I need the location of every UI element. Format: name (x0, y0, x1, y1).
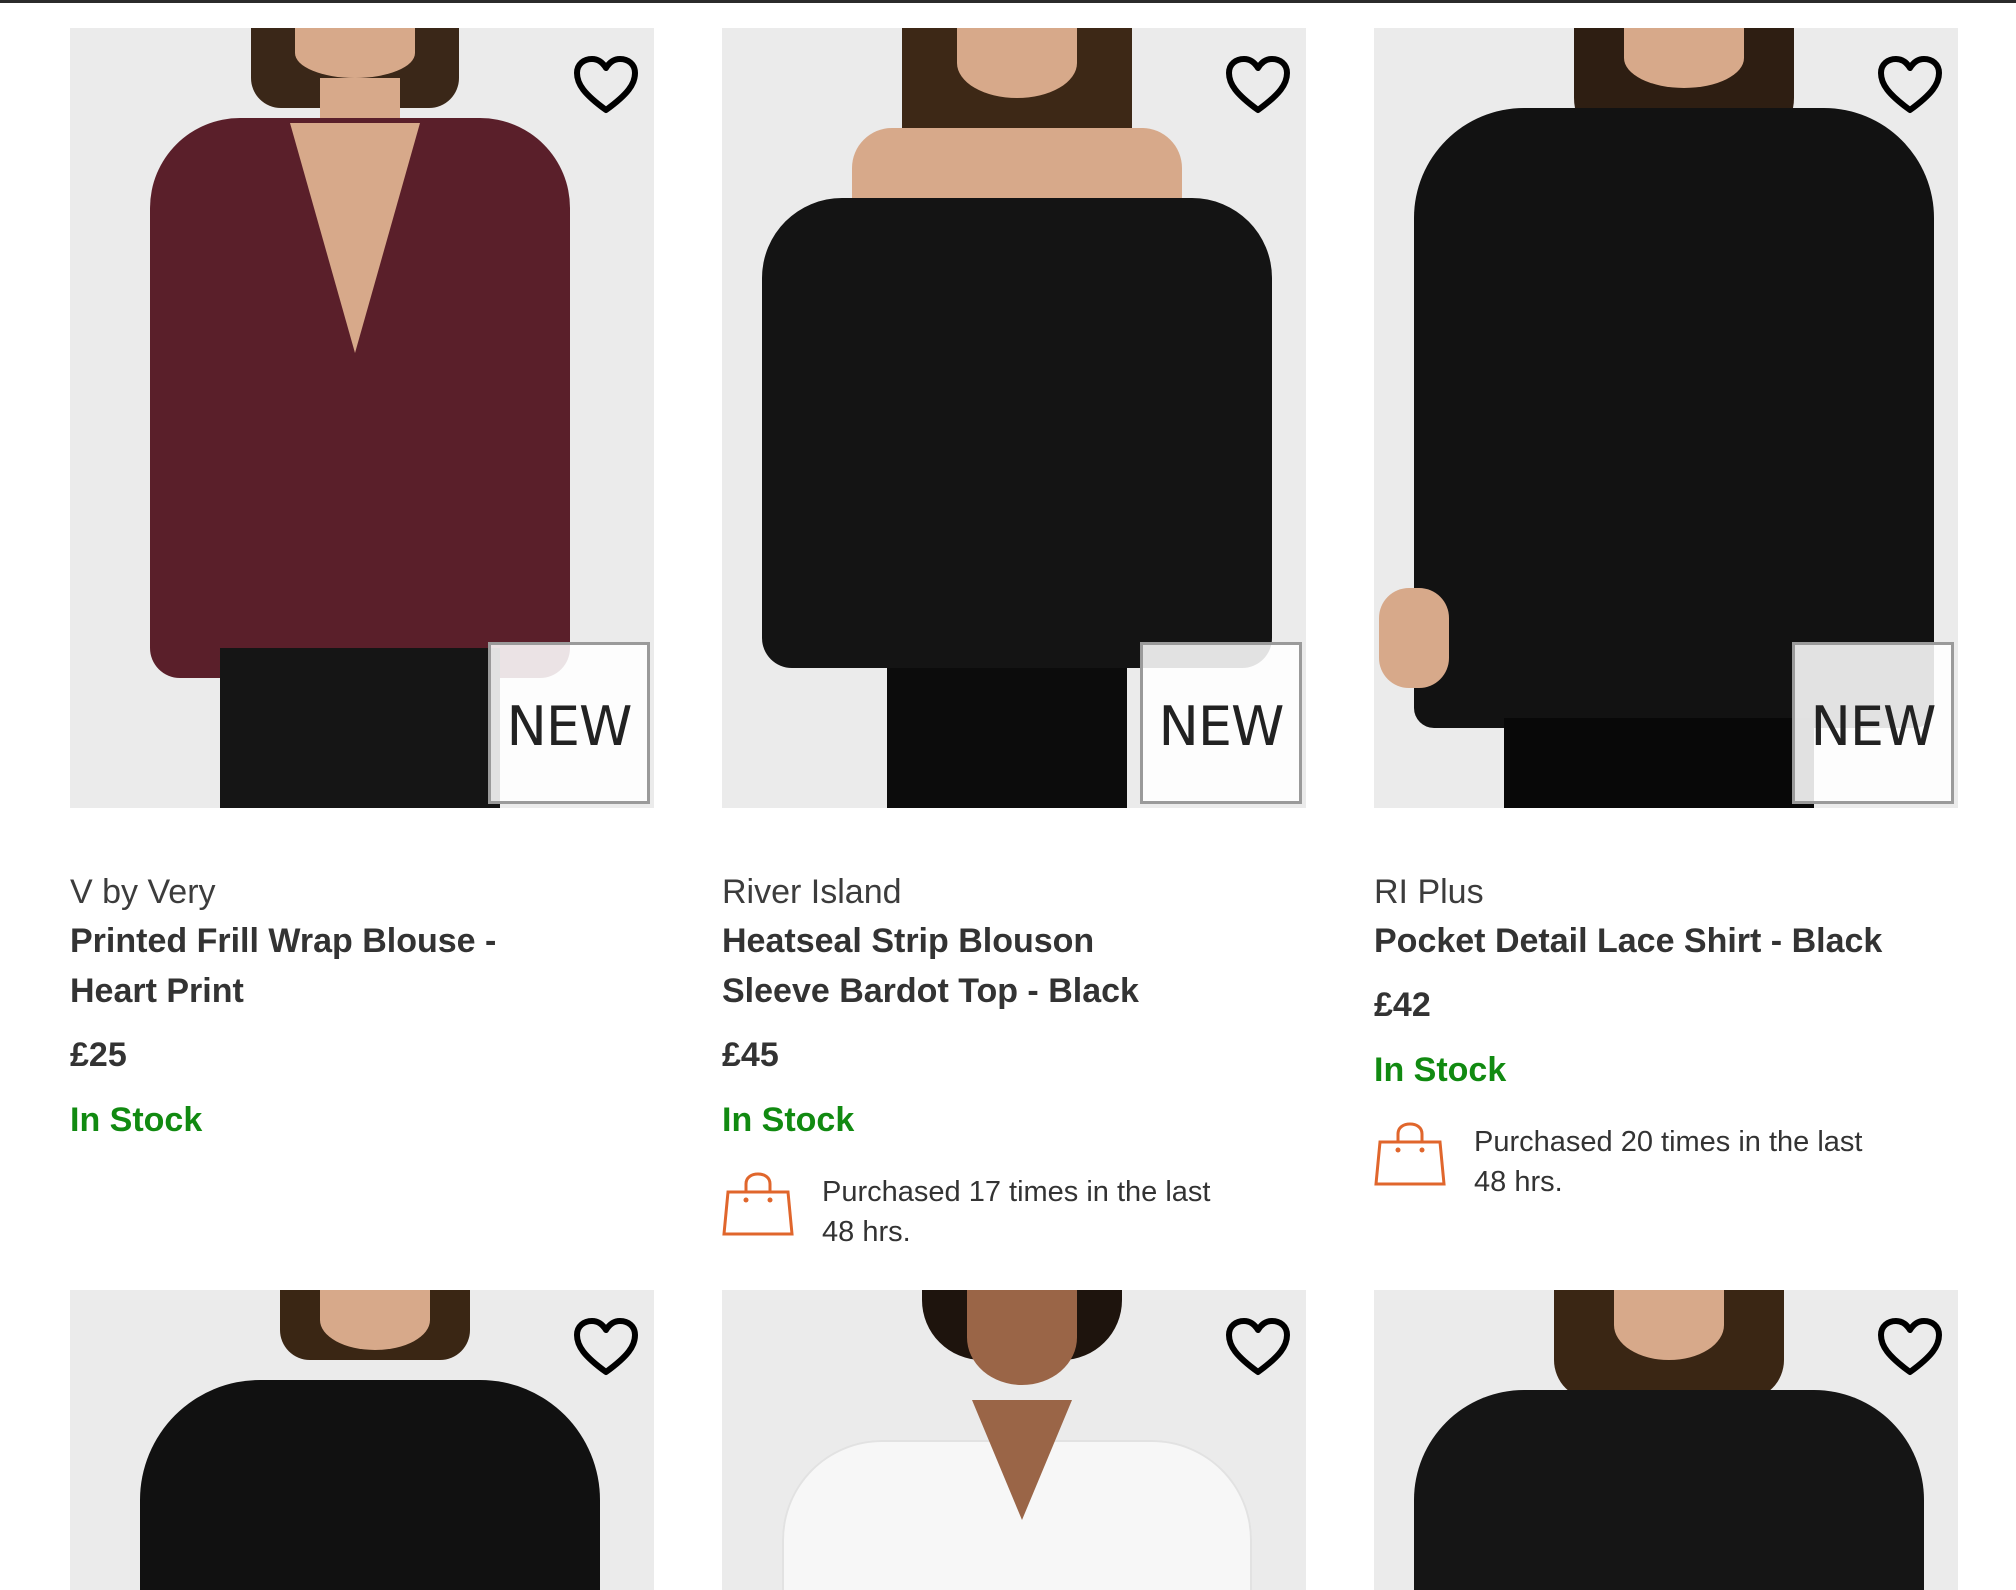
product-image[interactable] (70, 1290, 654, 1590)
product-price: £25 (70, 1036, 127, 1074)
new-badge: NEW (1792, 642, 1954, 804)
purchase-count-text: Purchased 17 times in the last 48 hrs. (822, 1176, 1211, 1248)
product-grid: NEW V by Very Printed Frill Wrap Blouse … (0, 0, 2016, 1590)
product-brand: RI Plus (1374, 873, 1484, 911)
new-badge: NEW (1140, 642, 1302, 804)
product-image[interactable] (1374, 1290, 1958, 1590)
wishlist-heart-icon[interactable] (1878, 56, 1942, 114)
product-card[interactable] (1374, 1290, 1958, 1590)
purchase-activity: Purchased 17 times in the last 48 hrs. (722, 1172, 1306, 1252)
product-info: RI Plus Pocket Detail Lace Shirt - Black… (1374, 808, 1958, 1202)
wishlist-heart-icon[interactable] (574, 56, 638, 114)
product-price: £45 (722, 1036, 779, 1074)
wishlist-heart-icon[interactable] (1226, 56, 1290, 114)
model-figure (922, 1290, 1122, 1410)
product-title[interactable]: Printed Frill Wrap Blouse - Heart Print (70, 916, 540, 1016)
stock-status: In Stock (1374, 1051, 1507, 1089)
garment-shape (1414, 1390, 1924, 1590)
product-image[interactable]: NEW (70, 28, 654, 808)
wishlist-heart-icon[interactable] (1878, 1318, 1942, 1376)
product-brand: V by Very (70, 873, 216, 911)
wishlist-heart-icon[interactable] (574, 1318, 638, 1376)
purchase-activity: Purchased 20 times in the last 48 hrs. (1374, 1122, 1958, 1202)
product-info: River Island Heatseal Strip Blouson Slee… (722, 808, 1306, 1252)
product-image[interactable]: NEW (1374, 28, 1958, 808)
product-title[interactable]: Pocket Detail Lace Shirt - Black (1374, 916, 1934, 966)
product-price: £42 (1374, 986, 1431, 1024)
new-badge: NEW (488, 642, 650, 804)
product-card[interactable]: NEW RI Plus Pocket Detail Lace Shirt - B… (1374, 28, 1958, 1202)
product-card[interactable] (70, 1290, 654, 1590)
model-figure (1554, 1290, 1784, 1400)
shopping-bag-icon (722, 1172, 794, 1236)
product-image[interactable]: NEW (722, 28, 1306, 808)
purchase-count-text: Purchased 20 times in the last 48 hrs. (1474, 1126, 1863, 1198)
product-info: V by Very Printed Frill Wrap Blouse - He… (70, 808, 654, 1142)
shopping-bag-icon (1374, 1122, 1446, 1186)
product-card[interactable]: NEW V by Very Printed Frill Wrap Blouse … (70, 28, 654, 1142)
product-brand: River Island (722, 873, 902, 911)
garment-shape (1414, 108, 1934, 728)
model-figure (902, 28, 1132, 228)
model-figure (280, 1290, 470, 1360)
product-image[interactable] (722, 1290, 1306, 1590)
stock-status: In Stock (70, 1101, 203, 1139)
product-card[interactable]: NEW River Island Heatseal Strip Blouson … (722, 28, 1306, 1252)
product-title[interactable]: Heatseal Strip Blouson Sleeve Bardot Top… (722, 916, 1192, 1016)
garment-shape (140, 1380, 600, 1590)
wishlist-heart-icon[interactable] (1226, 1318, 1290, 1376)
garment-shape (762, 198, 1272, 668)
stock-status: In Stock (722, 1101, 855, 1139)
product-card[interactable] (722, 1290, 1306, 1590)
model-figure (1574, 28, 1794, 148)
